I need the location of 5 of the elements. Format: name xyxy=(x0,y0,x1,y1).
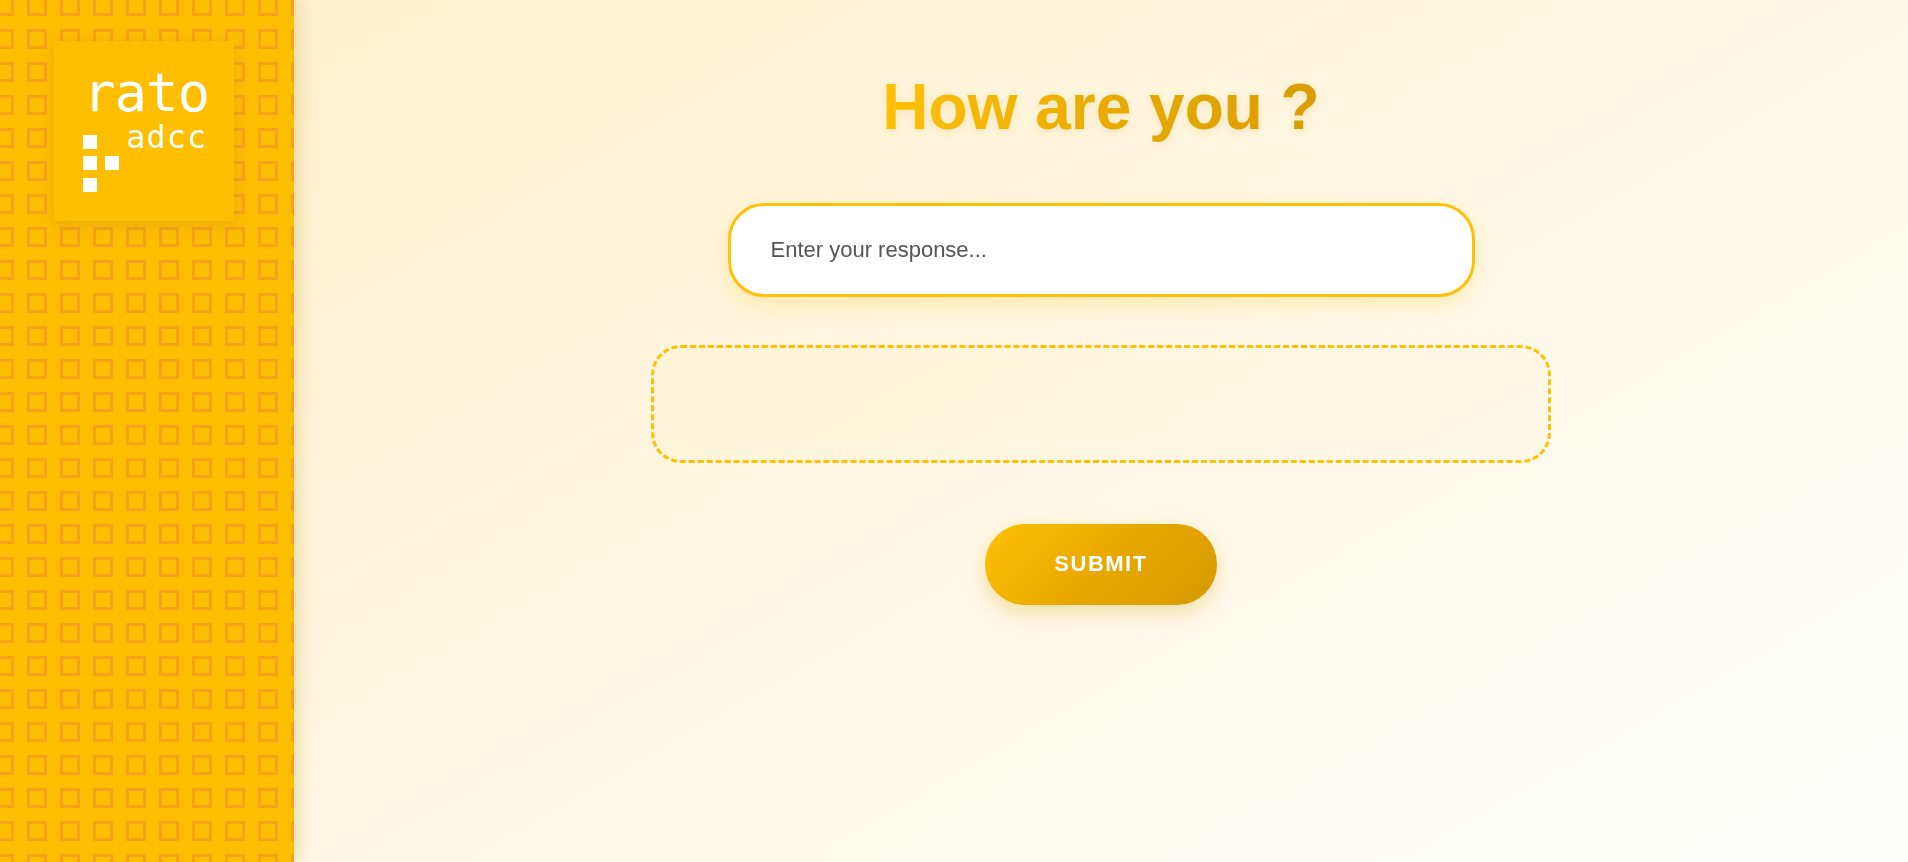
submit-button[interactable]: SUBMIT xyxy=(985,523,1217,605)
response-input[interactable]: Enter your response... xyxy=(727,202,1475,297)
logo-subtext: adcc xyxy=(126,121,208,153)
logo-text: rato xyxy=(83,66,210,120)
pixel-squares-icon xyxy=(83,135,119,192)
